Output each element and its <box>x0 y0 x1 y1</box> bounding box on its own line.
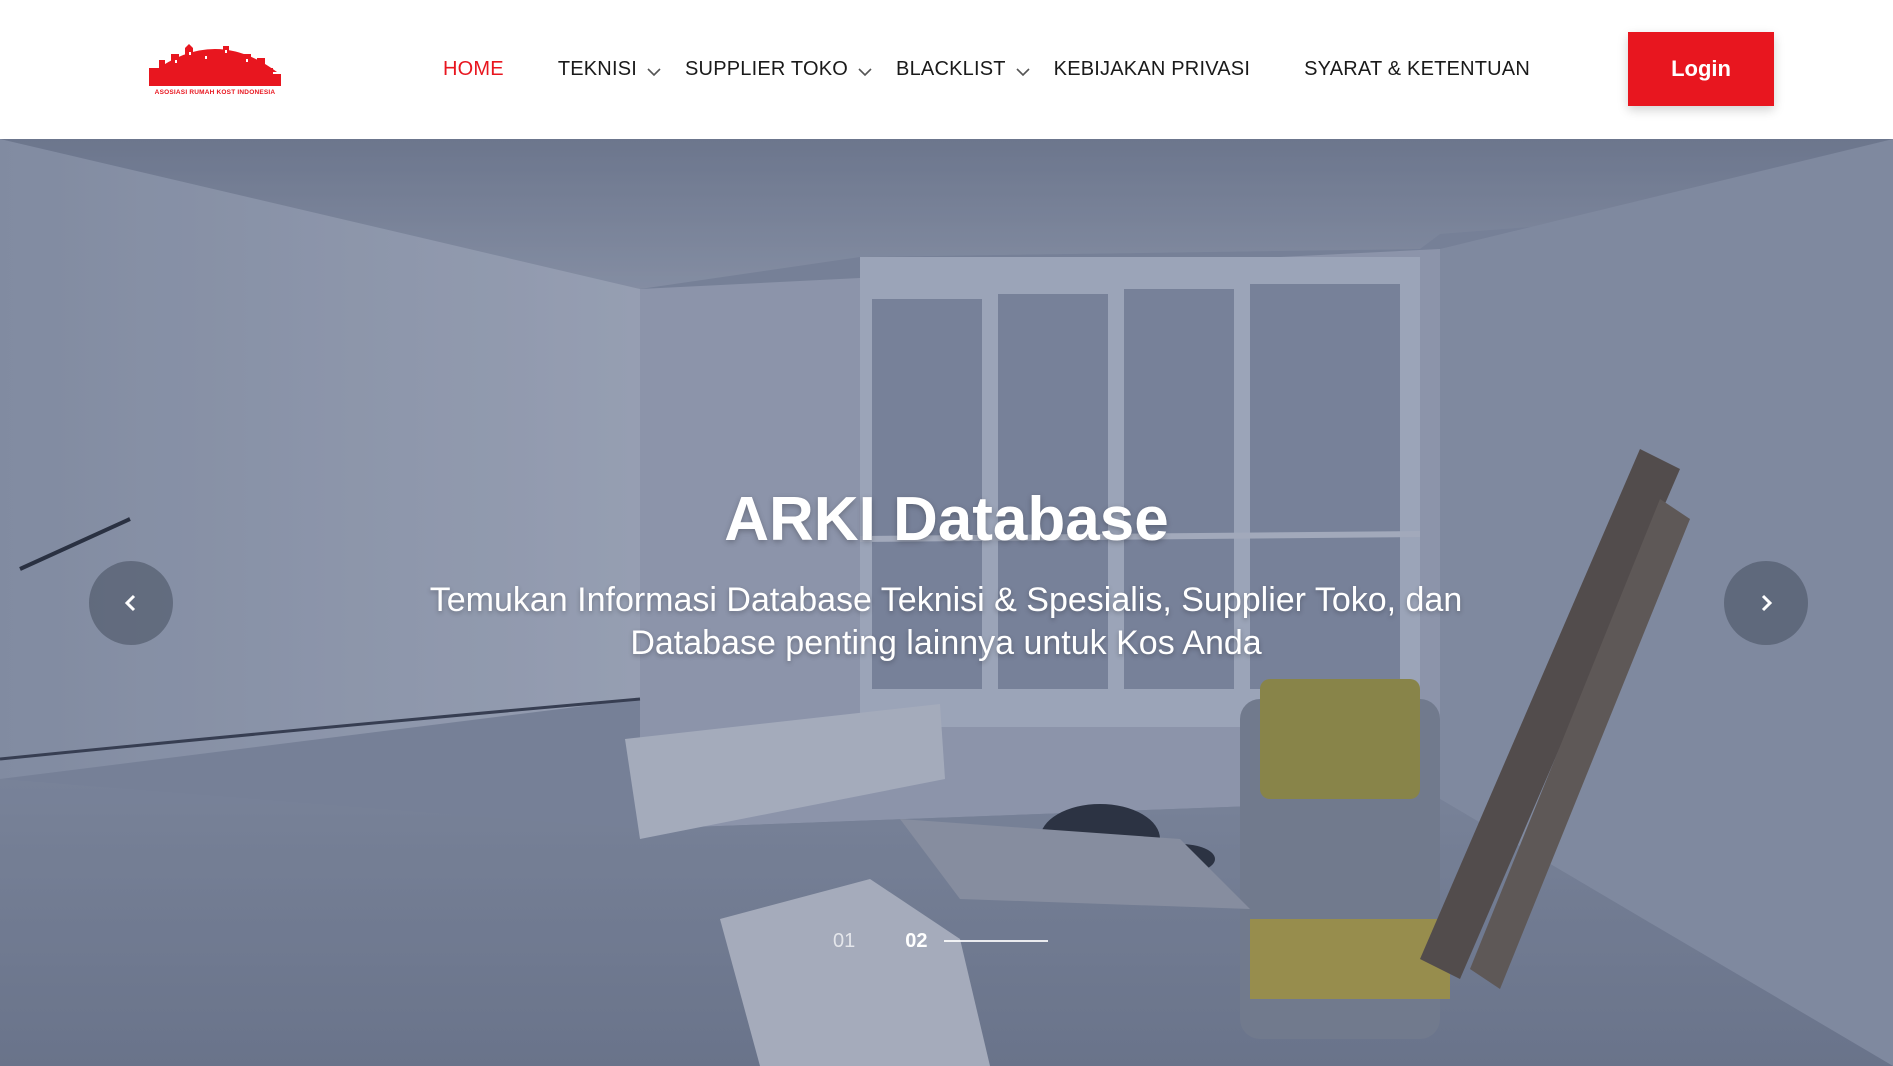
chevron-down-icon <box>1016 67 1030 76</box>
nav-item-label: HOME <box>443 58 504 80</box>
main-nav: HOME TEKNISI SUPPLIER TOKO BLACKLIST KEB… <box>443 0 1530 139</box>
nav-item-kebijakan-privasi[interactable]: KEBIJAKAN PRIVASI <box>1054 58 1250 81</box>
slider-next-button[interactable] <box>1724 561 1808 645</box>
nav-item-supplier-toko[interactable]: SUPPLIER TOKO <box>685 58 874 81</box>
nav-item-syarat-ketentuan[interactable]: SYARAT & KETENTUAN <box>1304 58 1530 81</box>
login-button[interactable]: Login <box>1628 32 1774 106</box>
chevron-down-icon <box>858 67 872 76</box>
slider-prev-button[interactable] <box>89 561 173 645</box>
hero-slider: ARKI Database Temukan Informasi Database… <box>0 139 1893 1066</box>
nav-item-home[interactable]: HOME <box>443 58 504 81</box>
hero-title: ARKI Database <box>724 485 1169 554</box>
skyline-logo-icon <box>149 44 281 86</box>
nav-item-label: BLACKLIST <box>896 58 1006 80</box>
nav-item-label: SUPPLIER TOKO <box>685 58 849 80</box>
nav-item-label: SYARAT & KETENTUAN <box>1304 58 1530 80</box>
chevron-left-icon <box>124 594 136 612</box>
pager-slide-1[interactable]: 01 <box>833 930 855 953</box>
brand-logo[interactable]: ASOSIASI RUMAH KOST INDONESIA <box>145 34 285 102</box>
logo-caption: ASOSIASI RUMAH KOST INDONESIA <box>154 89 276 96</box>
pager-progress-line <box>943 940 1048 942</box>
site-header: ASOSIASI RUMAH KOST INDONESIA HOME TEKNI… <box>0 0 1893 139</box>
nav-item-label: TEKNISI <box>557 58 638 80</box>
slider-pagination: 01 02 <box>833 926 1048 956</box>
chevron-right-icon <box>1761 594 1773 612</box>
nav-item-teknisi[interactable]: TEKNISI <box>558 58 663 81</box>
nav-item-blacklist[interactable]: BLACKLIST <box>896 58 1032 81</box>
nav-item-label: KEBIJAKAN PRIVASI <box>1053 58 1251 80</box>
hero-subtitle: Temukan Informasi Database Teknisi & Spe… <box>429 581 1463 662</box>
chevron-down-icon <box>647 67 661 76</box>
pager-slide-2[interactable]: 02 <box>905 930 927 953</box>
